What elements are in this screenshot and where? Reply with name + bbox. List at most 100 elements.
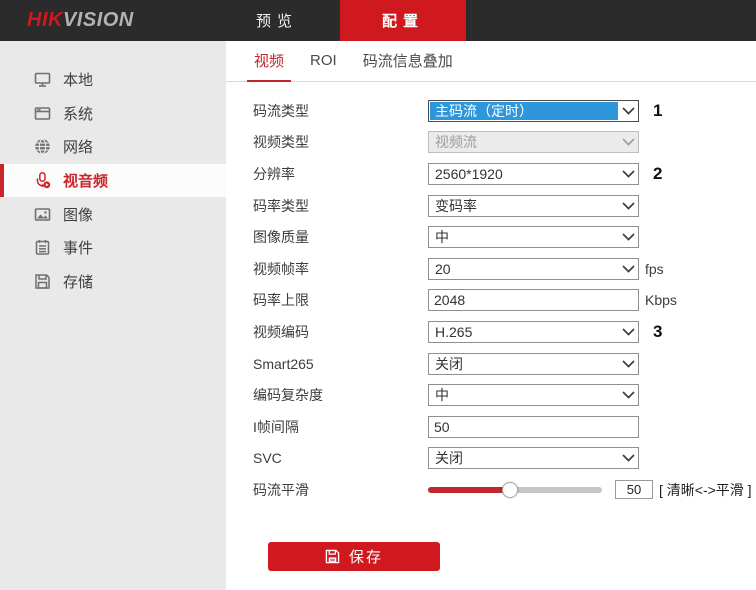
form-row-svc: SVC 关闭 <box>226 443 756 475</box>
field-label: 分辨率 <box>253 164 428 184</box>
annotation-3: 3 <box>653 322 662 342</box>
logo-hik: HIK <box>27 9 63 31</box>
nav-config[interactable]: 配置 <box>340 0 466 41</box>
stream-type-select[interactable]: 主码流（定时） <box>428 100 639 122</box>
sidebar-item-label: 网络 <box>63 136 93 157</box>
form-row-frame-rate: 视频帧率 20 fps <box>226 253 756 285</box>
sidebar-item-image[interactable]: 图像 <box>0 197 226 231</box>
field-label: 编码复杂度 <box>253 385 428 405</box>
selected-value: 变码率 <box>430 197 618 215</box>
nav-preview[interactable]: 预览 <box>214 0 340 41</box>
form-row-video-type: 视频类型 视频流 <box>226 127 756 159</box>
save-disk-icon <box>325 549 340 564</box>
hikvision-logo: HIKVISION <box>27 0 134 41</box>
floppy-icon <box>34 273 51 290</box>
frame-rate-select[interactable]: 20 <box>428 258 639 280</box>
form-row-smart265: Smart265 关闭 <box>226 348 756 380</box>
sidebar-item-label: 图像 <box>63 204 93 225</box>
stream-smoothing-slider[interactable] <box>428 479 602 501</box>
content-tabs: 视频 ROI 码流信息叠加 <box>226 41 756 82</box>
sidebar-item-label: 存储 <box>63 271 93 292</box>
form-row-stream-type: 码流类型 主码流（定时） 1 <box>226 95 756 127</box>
form-row-image-quality: 图像质量 中 <box>226 221 756 253</box>
unit-fps: fps <box>645 261 664 277</box>
sidebar-item-label: 本地 <box>63 69 93 90</box>
tab-roi[interactable]: ROI <box>303 41 344 82</box>
chevron-down-icon <box>618 138 638 146</box>
field-label: 视频帧率 <box>253 259 428 279</box>
svc-select[interactable]: 关闭 <box>428 447 639 469</box>
field-label: 视频编码 <box>253 322 428 342</box>
selected-value: 中 <box>430 228 618 246</box>
form-row-stream-smoothing: 码流平滑 [ 清晰<->平滑 ] <box>226 474 756 506</box>
sidebar-item-event[interactable]: 事件 <box>0 231 226 265</box>
selected-value: 关闭 <box>430 449 618 467</box>
save-button-label: 保存 <box>349 546 383 567</box>
field-label: 码率上限 <box>253 290 428 310</box>
chevron-down-icon <box>618 454 638 462</box>
tab-stream-info-overlay[interactable]: 码流信息叠加 <box>356 41 460 82</box>
iframe-interval-input[interactable] <box>428 416 639 438</box>
sidebar-item-label: 视音频 <box>63 170 108 191</box>
sidebar-item-system[interactable]: 系统 <box>0 97 226 131</box>
field-label: 码流平滑 <box>253 480 428 500</box>
stream-smoothing-value-input[interactable] <box>615 480 653 499</box>
notepad-icon <box>34 239 51 256</box>
main-content: 视频 ROI 码流信息叠加 码流类型 主码流（定时） 1 视频类型 视频流 <box>226 41 756 590</box>
slider-fill <box>428 487 506 493</box>
sidebar-item-video-audio[interactable]: 视音频 <box>0 164 226 198</box>
image-icon <box>34 206 51 223</box>
chevron-down-icon <box>618 170 638 178</box>
field-label: 码流类型 <box>253 101 428 121</box>
microphone-icon <box>34 172 51 189</box>
video-type-select: 视频流 <box>428 131 639 153</box>
chevron-down-icon <box>618 360 638 368</box>
globe-icon <box>34 138 51 155</box>
selected-value: 20 <box>430 260 618 278</box>
slider-thumb[interactable] <box>502 482 518 498</box>
top-bar: HIKVISION 预览 配置 <box>0 0 756 41</box>
chevron-down-icon <box>618 391 638 399</box>
field-label: 图像质量 <box>253 227 428 247</box>
video-settings-form: 码流类型 主码流（定时） 1 视频类型 视频流 分辨率 2560*1920 <box>226 95 756 506</box>
encoding-complexity-select[interactable]: 中 <box>428 384 639 406</box>
video-encoding-select[interactable]: H.265 <box>428 321 639 343</box>
smart265-select[interactable]: 关闭 <box>428 353 639 375</box>
form-row-max-bitrate: 码率上限 Kbps <box>226 285 756 317</box>
sidebar-item-label: 事件 <box>63 237 93 258</box>
save-button[interactable]: 保存 <box>268 542 440 571</box>
sidebar-item-network[interactable]: 网络 <box>0 130 226 164</box>
annotation-1: 1 <box>653 101 662 121</box>
field-label: Smart265 <box>253 356 428 372</box>
chevron-down-icon <box>618 265 638 273</box>
form-row-encoding-complexity: 编码复杂度 中 <box>226 379 756 411</box>
max-bitrate-input[interactable] <box>428 289 639 311</box>
selected-value: 2560*1920 <box>430 165 618 183</box>
top-navigation: 预览 配置 <box>214 0 466 41</box>
form-row-iframe-interval: I帧间隔 <box>226 411 756 443</box>
sidebar-item-local[interactable]: 本地 <box>0 63 226 97</box>
selected-value: 中 <box>430 386 618 404</box>
chevron-down-icon <box>618 202 638 210</box>
bitrate-type-select[interactable]: 变码率 <box>428 195 639 217</box>
chevron-down-icon <box>618 233 638 241</box>
chevron-down-icon <box>618 107 638 115</box>
sidebar: 本地 系统 网络 视音频 图像 事件 存储 <box>0 41 226 590</box>
field-label: 码率类型 <box>253 196 428 216</box>
resolution-select[interactable]: 2560*1920 <box>428 163 639 185</box>
selected-value: H.265 <box>430 323 618 341</box>
hikvision-config-page: HIKVISION 预览 配置 本地 系统 网络 视音频 图像 <box>0 0 756 590</box>
form-row-video-encoding: 视频编码 H.265 3 <box>226 316 756 348</box>
window-icon <box>34 105 51 122</box>
selected-value: 视频流 <box>430 133 618 151</box>
sidebar-item-storage[interactable]: 存储 <box>0 265 226 299</box>
field-label: 视频类型 <box>253 132 428 152</box>
selected-value: 关闭 <box>430 355 618 373</box>
form-row-resolution: 分辨率 2560*1920 2 <box>226 158 756 190</box>
logo-vision: VISION <box>63 9 134 31</box>
field-label: I帧间隔 <box>253 417 428 437</box>
slider-hint-clear-smooth: [ 清晰<->平滑 ] <box>659 480 752 500</box>
chevron-down-icon <box>618 328 638 336</box>
tab-video[interactable]: 视频 <box>247 41 291 82</box>
image-quality-select[interactable]: 中 <box>428 226 639 248</box>
